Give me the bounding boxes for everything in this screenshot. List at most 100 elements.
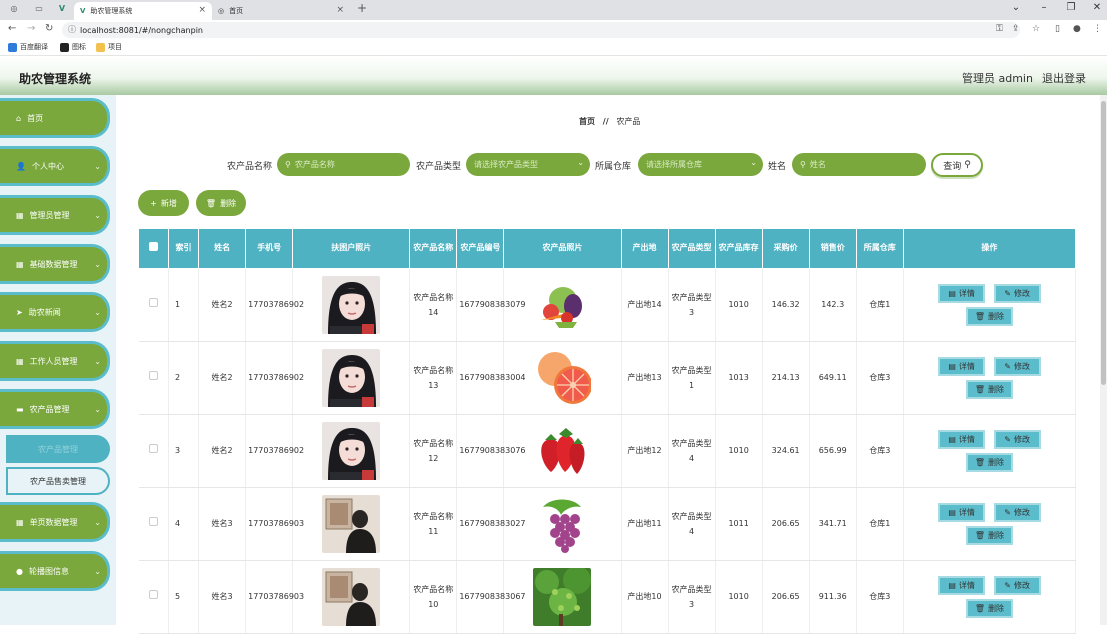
row-checkbox[interactable] [148, 444, 158, 453]
plus-icon: + [150, 198, 157, 208]
detail-button[interactable]: ▤ 详情 [938, 429, 986, 449]
key-icon[interactable]: ⚿ [996, 24, 1003, 34]
detail-button[interactable]: ▤ 详情 [938, 575, 986, 595]
scrollbar-thumb[interactable] [1101, 101, 1106, 385]
share-icon[interactable]: ⇪ [1012, 24, 1020, 34]
sidebar-item-single-page[interactable]: ▦ 单页数据管理 ⌄ [0, 502, 110, 542]
tab-home[interactable]: ◎ 首页 × [212, 2, 350, 20]
cell-stock: 1011 [715, 487, 763, 561]
close-icon[interactable]: × [198, 5, 206, 15]
cell-index: 5 [168, 560, 200, 634]
select-all-cell[interactable] [137, 229, 170, 269]
row-checkbox[interactable] [148, 371, 158, 380]
input-placeholder: 姓名 [809, 160, 826, 169]
minimize-icon[interactable]: – [1036, 2, 1052, 13]
restore-icon[interactable]: ❐ [1063, 2, 1079, 13]
search-icon: ⚲ [285, 160, 291, 169]
row-delete-button[interactable]: 🗑 删除 [965, 525, 1013, 545]
edit-button[interactable]: ✎ 修改 [993, 283, 1041, 303]
chrome-icon[interactable]: ◎ [7, 4, 21, 16]
row-delete-button[interactable]: 🗑 删除 [965, 598, 1013, 618]
tab-app[interactable]: V 助农管理系统 × [74, 2, 212, 20]
cell-type: 农产品类型4 [668, 414, 716, 488]
row-select-cell[interactable] [138, 560, 170, 634]
bookmark-label: 项目 [108, 43, 122, 51]
sidebar-item-carousel[interactable]: ● 轮播图信息 ⌄ [0, 551, 110, 591]
info-icon[interactable]: ⓘ [68, 24, 76, 35]
edit-button[interactable]: ✎ 修改 [993, 429, 1041, 449]
chevron-down-icon: ⌄ [94, 405, 101, 414]
logout-link[interactable]: 退出登录 [1042, 70, 1086, 86]
profile-icon[interactable]: ● [1073, 24, 1081, 34]
column-header: 农产品库存 [714, 229, 763, 269]
row-delete-button[interactable]: 🗑 删除 [965, 452, 1013, 472]
row-select-cell[interactable] [138, 341, 170, 415]
detail-button[interactable]: ▤ 详情 [938, 283, 986, 303]
warehouse-select[interactable]: 请选择所属仓库 ⌄ [638, 153, 763, 176]
bookmark-icons[interactable]: 图标 [60, 42, 86, 52]
sidebar-item-profile[interactable]: 👤 个人中心 ⌄ [0, 146, 110, 186]
cell-buy-price: 146.32 [762, 268, 810, 342]
sidebar-item-home[interactable]: ⌂ 首页 [0, 98, 110, 138]
submenu-product-management[interactable]: 农产品管理 [6, 435, 110, 463]
detail-button[interactable]: ▤ 详情 [938, 356, 986, 376]
menu-dots-icon[interactable]: ⋮ [1093, 24, 1102, 34]
row-checkbox[interactable] [148, 590, 158, 599]
bulk-delete-button[interactable]: 🗑 删除 [196, 190, 246, 216]
reload-icon[interactable]: ↻ [45, 23, 53, 34]
add-button[interactable]: + 新增 [138, 190, 189, 216]
sidebar-item-products[interactable]: ▬ 农产品管理 ⌄ [0, 389, 110, 429]
sidebar-item-label: 基础数据管理 [29, 259, 78, 269]
row-checkbox[interactable] [148, 298, 158, 307]
chevron-down-icon: ⌄ [94, 211, 101, 220]
chevron-down-icon[interactable]: ⌄ [1008, 2, 1024, 13]
product-name-input[interactable]: ⚲ 农产品名称 [277, 153, 410, 176]
sidebar-item-news[interactable]: ➤ 助农新闻 ⌄ [0, 292, 110, 332]
detail-label: 详情 [958, 580, 975, 590]
sidebar-item-staff[interactable]: ▦ 工作人员管理 ⌄ [0, 341, 110, 381]
edit-button[interactable]: ✎ 修改 [993, 575, 1041, 595]
folder-icon [96, 42, 105, 52]
url-field[interactable]: ⓘ localhost:8081/#/nongchanpin [62, 22, 1020, 38]
edit-button[interactable]: ✎ 修改 [993, 502, 1041, 522]
chevron-down-icon: ⌄ [94, 518, 101, 527]
close-window-icon[interactable]: ✕ [1089, 2, 1105, 13]
row-delete-button[interactable]: 🗑 删除 [965, 379, 1013, 399]
breadcrumb-home[interactable]: 首页 [579, 117, 595, 126]
cell-actions: ▤ 详情 ✎ 修改 🗑 删除 [903, 268, 1077, 342]
sidebar-item-admins[interactable]: ▦ 管理员管理 ⌄ [0, 195, 110, 235]
edit-button[interactable]: ✎ 修改 [993, 356, 1041, 376]
cell-phone: 17703786903 [245, 560, 304, 634]
detail-label: 详情 [958, 507, 975, 517]
sidebar-item-base-data[interactable]: ▦ 基础数据管理 ⌄ [0, 244, 110, 284]
vue-icon[interactable]: V [55, 4, 69, 16]
vertical-scrollbar[interactable] [1100, 95, 1107, 625]
row-select-cell[interactable] [138, 268, 170, 342]
sidebar-item-label: 个人中心 [31, 161, 64, 171]
sidebar-item-label: 工作人员管理 [29, 356, 78, 366]
row-delete-button[interactable]: 🗑 删除 [965, 306, 1013, 326]
cell-person-photo [292, 268, 411, 342]
search-button[interactable]: 查询 ⚲ [931, 153, 983, 177]
cell-person-photo [292, 487, 411, 561]
bookmark-project[interactable]: 项目 [96, 42, 122, 52]
row-checkbox[interactable] [148, 517, 158, 526]
globe-icon: ◎ [218, 7, 225, 15]
person-name-input[interactable]: ⚲ 姓名 [792, 153, 926, 176]
blank-tab-icon[interactable]: ▭ [32, 4, 46, 16]
row-select-cell[interactable] [138, 414, 170, 488]
sidepanel-icon[interactable]: ▯ [1055, 24, 1060, 34]
star-icon[interactable]: ☆ [1032, 24, 1040, 34]
submenu-product-sales[interactable]: 农产品售卖管理 [6, 467, 110, 495]
plus-icon[interactable]: + [355, 1, 369, 15]
row-select-cell[interactable] [138, 487, 170, 561]
bookmark-baidu[interactable]: 百度翻译 [8, 42, 48, 52]
column-header: 手机号 [245, 229, 294, 269]
select-all-checkbox[interactable] [149, 241, 159, 251]
edit-icon: ✎ [1004, 288, 1011, 298]
detail-button[interactable]: ▤ 详情 [938, 502, 986, 522]
back-icon[interactable]: ← [8, 23, 16, 34]
product-type-select[interactable]: 请选择农产品类型 ⌄ [466, 153, 590, 176]
close-icon[interactable]: × [336, 5, 344, 15]
forward-icon[interactable]: → [27, 23, 35, 34]
